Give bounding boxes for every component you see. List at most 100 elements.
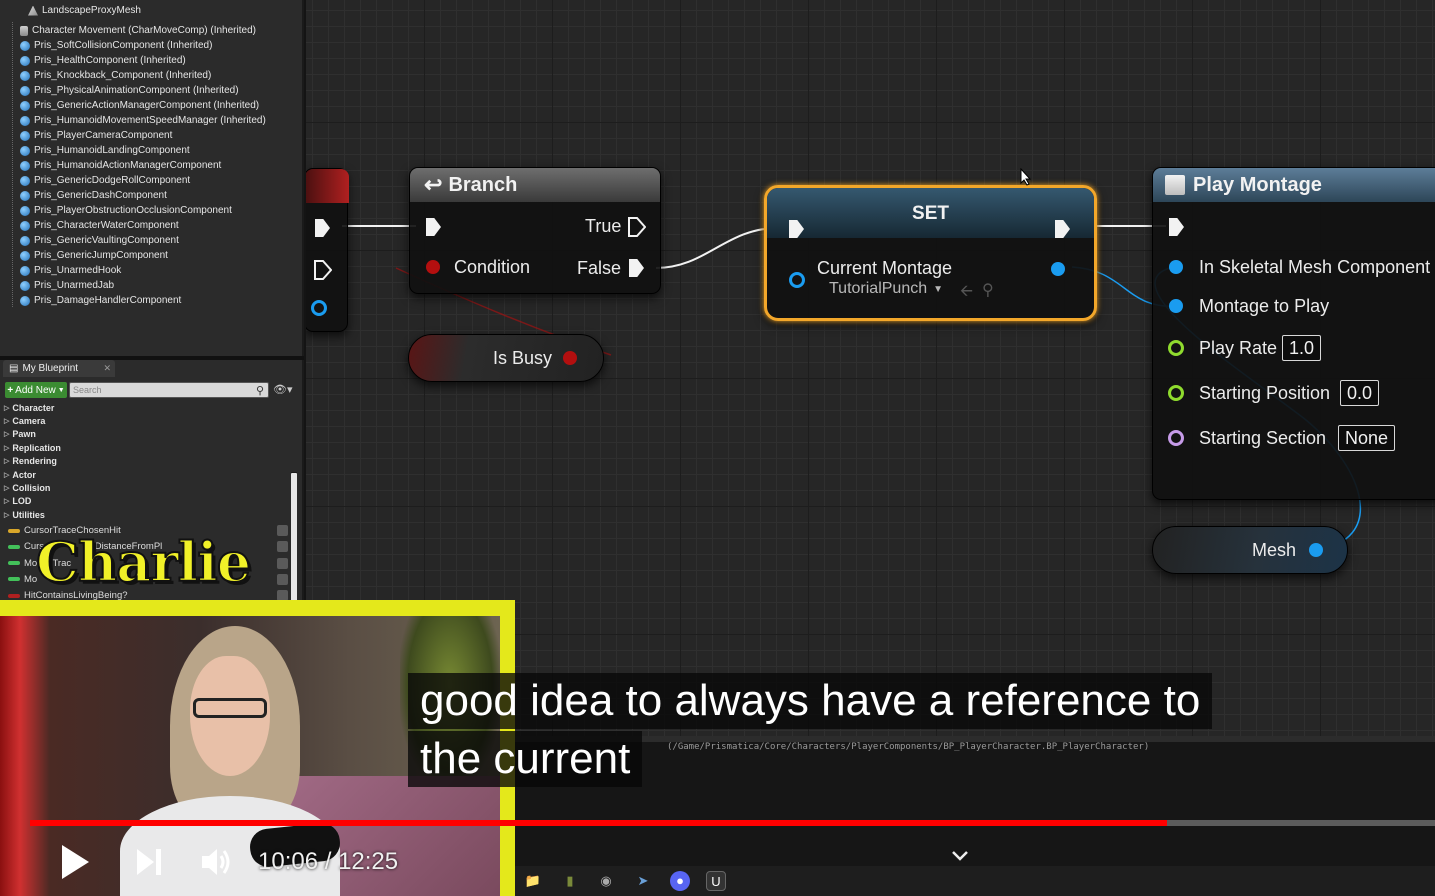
component-item[interactable]: Pris_PlayerObstructionOcclusionComponent <box>20 203 232 218</box>
component-item[interactable]: Pris_GenericActionManagerComponent (Inhe… <box>20 98 259 113</box>
folder-icon[interactable]: 📁 <box>523 871 543 891</box>
component-item[interactable]: Pris_DamageHandlerComponent <box>20 293 181 308</box>
component-item[interactable]: Pris_GenericDodgeRollComponent <box>20 173 190 188</box>
exec-wire-false-to-set <box>655 227 779 269</box>
starting-position-field[interactable]: 0.0 <box>1340 380 1380 406</box>
category-row[interactable]: ▷ LOD <box>4 495 31 508</box>
expand-arrow-icon[interactable]: ▷ <box>4 497 9 505</box>
partial-node[interactable] <box>306 168 349 332</box>
steam-alt-icon[interactable]: ➤ <box>633 871 653 891</box>
use-selected-asset-icon[interactable]: 🡨 <box>960 280 973 307</box>
expand-arrow-icon[interactable]: ▷ <box>4 430 9 438</box>
steam-icon[interactable]: ◉ <box>596 871 616 891</box>
expand-arrow-icon[interactable]: ▷ <box>4 417 9 425</box>
search-input[interactable] <box>69 382 269 398</box>
chevron-down-icon[interactable] <box>950 848 970 864</box>
category-row[interactable]: ▷ Collision <box>4 481 50 494</box>
component-item[interactable]: Pris_CharacterWaterComponent <box>20 218 179 233</box>
component-item[interactable]: Pris_HumanoidActionManagerComponent <box>20 158 221 173</box>
play-montage-node[interactable]: Play Montage In Skeletal Mesh Component … <box>1152 167 1435 500</box>
category-label: Camera <box>12 415 46 426</box>
component-icon <box>20 115 30 126</box>
exec-out-pin[interactable] <box>314 260 332 280</box>
montage-to-play-pin[interactable] <box>1169 299 1183 313</box>
expand-arrow-icon[interactable]: ▷ <box>4 444 9 452</box>
component-item[interactable]: Pris_SoftCollisionComponent (Inherited) <box>20 38 212 53</box>
condition-pin[interactable] <box>426 260 440 274</box>
expand-arrow-icon[interactable]: ▷ <box>4 484 9 492</box>
search-icon[interactable]: ⚲ <box>256 384 264 397</box>
expand-arrow-icon[interactable]: ▷ <box>4 511 9 519</box>
is-busy-output-pin[interactable] <box>563 351 577 365</box>
chart-icon[interactable]: ▮ <box>560 871 580 891</box>
category-row[interactable]: ▷ Actor <box>4 468 36 481</box>
object-pin[interactable] <box>311 300 327 316</box>
component-item[interactable]: Pris_PlayerCameraComponent <box>20 128 172 143</box>
visibility-toggle[interactable] <box>277 541 288 553</box>
play-rate-field[interactable]: 1.0 <box>1282 335 1322 361</box>
visibility-toggle[interactable] <box>277 557 288 569</box>
category-row[interactable]: ▷ Replication <box>4 441 61 454</box>
expand-arrow-icon[interactable]: ▷ <box>4 404 9 412</box>
category-row[interactable]: ▷ Character <box>4 401 54 414</box>
play-montage-header: Play Montage <box>1153 168 1435 202</box>
component-item[interactable]: Pris_HumanoidLandingComponent <box>20 143 190 158</box>
starting-position-pin[interactable] <box>1168 385 1184 401</box>
skeletal-mesh-component-pin[interactable] <box>1169 260 1183 274</box>
starting-section-field[interactable]: None <box>1338 425 1396 451</box>
browse-asset-icon[interactable]: ⚲ <box>982 280 994 300</box>
expand-arrow-icon[interactable]: ▷ <box>4 471 9 479</box>
component-item[interactable]: Pris_HealthComponent (Inherited) <box>20 53 186 68</box>
play-montage-exec-in-pin[interactable] <box>1169 218 1184 236</box>
component-icon <box>20 100 30 111</box>
component-item[interactable]: Pris_HumanoidMovementSpeedManager (Inher… <box>20 113 266 128</box>
component-item[interactable]: Pris_GenericJumpComponent <box>20 248 168 263</box>
discord-icon[interactable]: ● <box>670 871 690 891</box>
montage-asset-dropdown[interactable]: TutorialPunch ▼ <box>829 280 943 298</box>
category-row[interactable]: ▷ Rendering <box>4 455 57 468</box>
component-item[interactable]: Pris_UnarmedJab <box>20 278 114 293</box>
view-options-icon[interactable]: 👁▾ <box>273 383 293 396</box>
tab-my-blueprint[interactable]: ▤ My Blueprint ✕ <box>3 360 115 377</box>
branch-exec-in-pin[interactable] <box>426 218 441 236</box>
component-item[interactable]: Pris_Knockback_Component (Inherited) <box>20 68 211 83</box>
add-new-button[interactable]: + Add New ▼ <box>5 382 67 398</box>
pin-label: Play Rate <box>1199 338 1278 358</box>
starting-section-pin[interactable] <box>1168 430 1184 446</box>
component-label: Pris_UnarmedJab <box>34 280 115 291</box>
exec-in-pin[interactable] <box>315 219 330 237</box>
component-item[interactable]: LandscapeProxyMesh <box>28 3 141 18</box>
mesh-output-pin[interactable] <box>1309 543 1323 557</box>
category-row[interactable]: ▷ Camera <box>4 414 45 427</box>
next-video-button[interactable] <box>134 846 164 878</box>
component-item[interactable]: Pris_GenericVaultingComponent <box>20 233 179 248</box>
is-busy-getter-node[interactable]: Is Busy <box>408 334 604 382</box>
category-row[interactable]: ▷ Pawn <box>4 428 36 441</box>
scrollbar-thumb[interactable] <box>291 473 297 601</box>
play-button[interactable] <box>58 842 92 882</box>
unreal-icon[interactable]: U <box>706 871 726 891</box>
play-rate-pin[interactable] <box>1168 340 1184 356</box>
false-exec-pin[interactable] <box>629 259 644 277</box>
category-label: Collision <box>12 482 51 493</box>
tree-guide-line <box>12 22 13 307</box>
current-montage-output-pin[interactable] <box>1051 262 1065 276</box>
component-item[interactable]: Pris_GenericDashComponent <box>20 188 167 203</box>
component-item[interactable]: Character Movement (CharMoveComp) (Inher… <box>20 23 256 38</box>
mesh-label: Mesh <box>1252 540 1297 560</box>
visibility-toggle[interactable] <box>277 573 288 585</box>
category-row[interactable]: ▷ Utilities <box>4 508 45 521</box>
expand-arrow-icon[interactable]: ▷ <box>4 457 9 465</box>
branch-node[interactable]: ↩ Branch True Condition False <box>409 167 661 294</box>
progress-bar-played[interactable] <box>30 820 1168 826</box>
current-montage-input-pin[interactable] <box>789 272 805 288</box>
component-item[interactable]: Pris_UnarmedHook <box>20 263 121 278</box>
component-item[interactable]: Pris_PhysicalAnimationComponent (Inherit… <box>20 83 239 98</box>
mesh-getter-node[interactable]: Mesh <box>1152 526 1348 574</box>
set-current-montage-node[interactable]: SET Current Montage TutorialPunch ▼ 🡨 ⚲ <box>764 185 1097 321</box>
component-label: Pris_HumanoidActionManagerComponent <box>34 160 222 171</box>
true-exec-pin[interactable] <box>628 217 646 237</box>
visibility-toggle[interactable] <box>277 525 288 536</box>
volume-button[interactable] <box>198 844 234 880</box>
close-icon[interactable]: ✕ <box>103 363 111 374</box>
